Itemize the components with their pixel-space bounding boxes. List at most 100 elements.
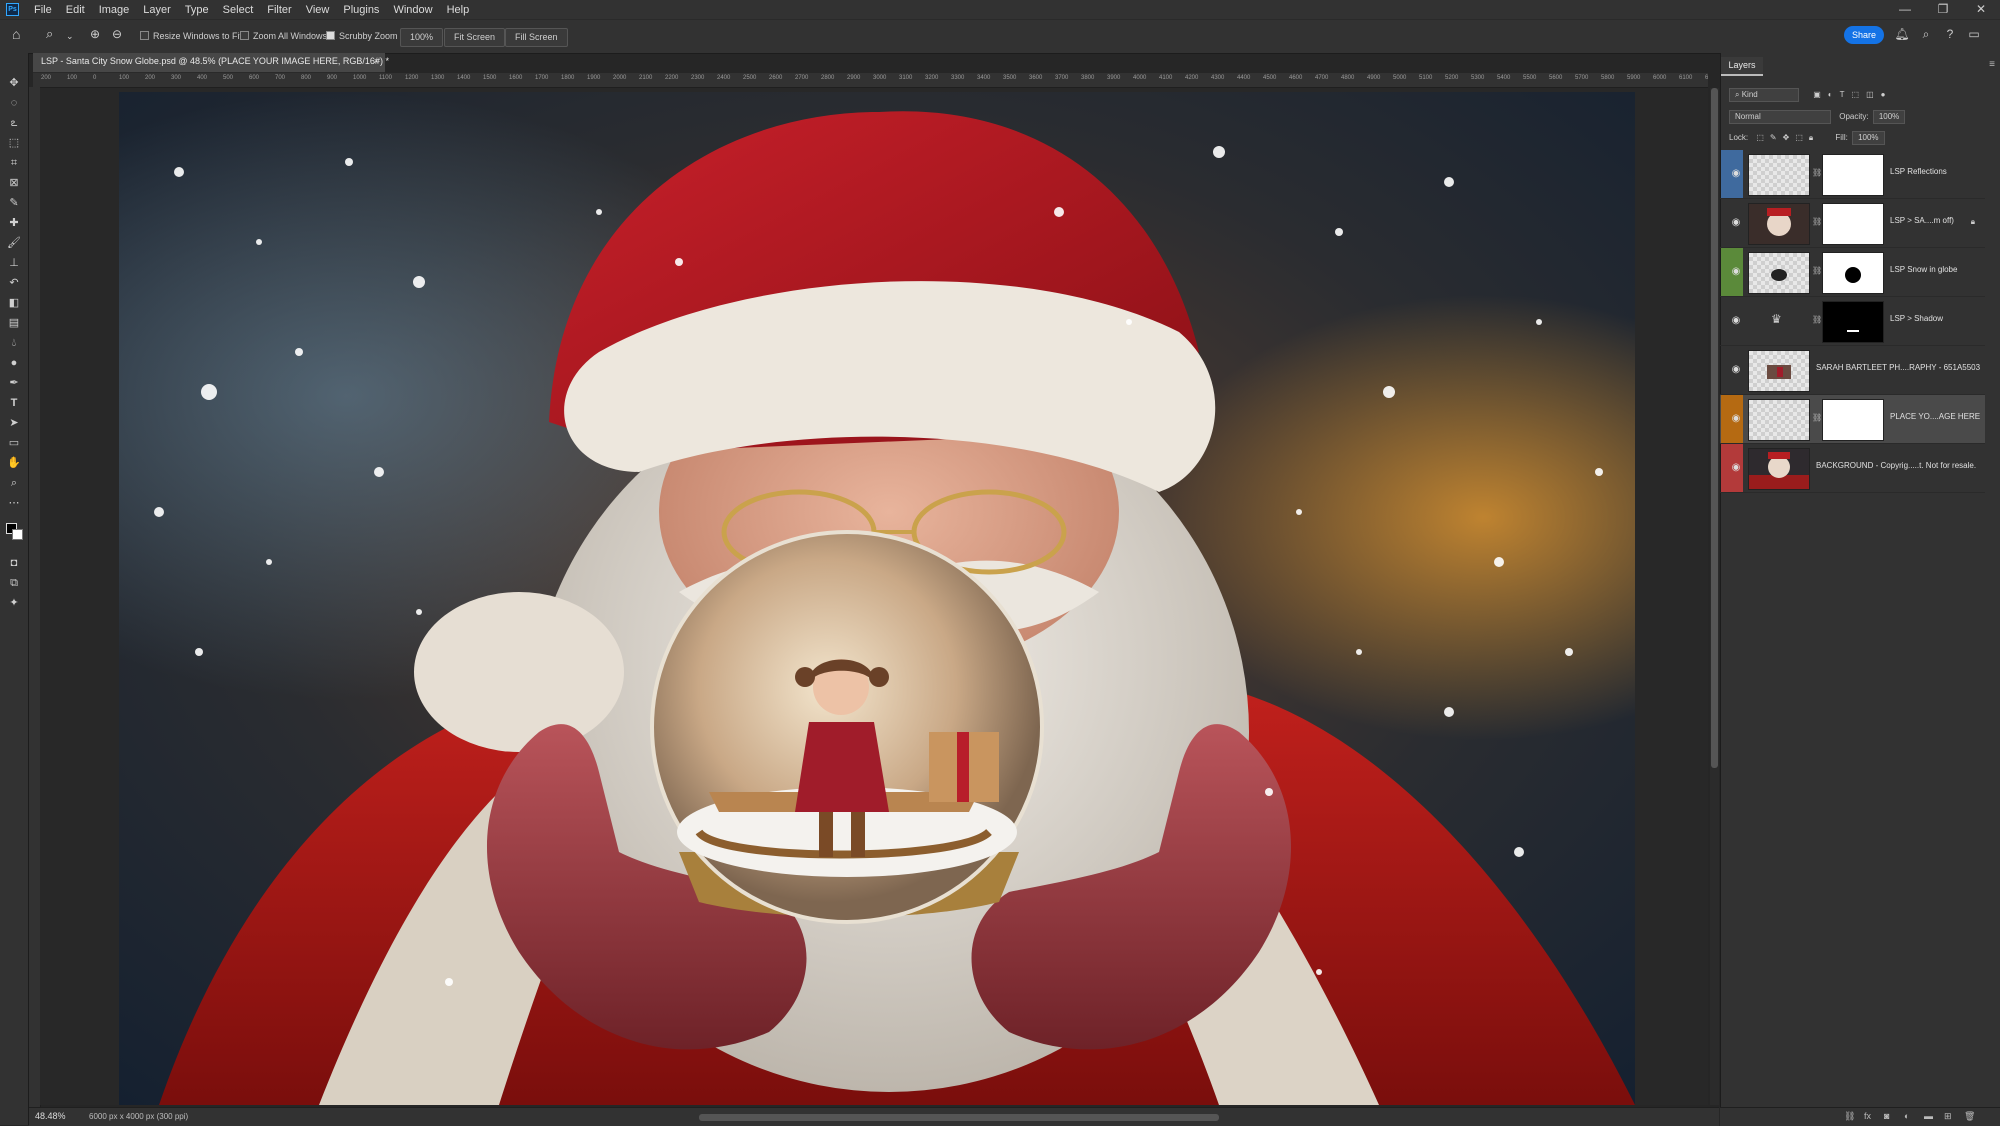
eye-icon[interactable]: ◉ bbox=[1728, 313, 1744, 329]
zoom-level[interactable]: 48.48% bbox=[35, 1111, 66, 1121]
opacity-field[interactable]: 100% bbox=[1872, 109, 1906, 124]
menu-type[interactable]: Type bbox=[178, 4, 216, 16]
rectangle-tool-icon[interactable]: ▭ bbox=[6, 435, 22, 451]
clone-stamp-tool-icon[interactable]: ⊥ bbox=[6, 255, 22, 271]
zoom-out-icon[interactable]: ⊖ bbox=[112, 26, 122, 43]
document-canvas[interactable] bbox=[119, 92, 1635, 1105]
eyedropper-tool-icon[interactable]: ✎ bbox=[6, 195, 22, 211]
adjustment-layer-icon[interactable]: ◐ bbox=[1904, 1111, 1909, 1121]
workspace-icon[interactable]: ▭ bbox=[1966, 26, 1982, 42]
blur-tool-icon[interactable]: 💧︎ bbox=[6, 335, 22, 351]
zoom-tool-icon[interactable]: ⌕ bbox=[46, 25, 53, 42]
layer-mask-thumbnail[interactable] bbox=[1822, 203, 1884, 245]
fx-icon[interactable]: fx bbox=[1864, 1111, 1871, 1121]
filter-type-icons[interactable]: ▣◐T⬚◫● bbox=[1813, 90, 1892, 99]
filter-kind-dropdown[interactable]: ⌕ Kind bbox=[1729, 87, 1799, 102]
fill-field[interactable]: 100% bbox=[1852, 130, 1885, 145]
search-icon[interactable]: ⌕ bbox=[1918, 26, 1934, 42]
eye-icon[interactable]: ◉ bbox=[1728, 215, 1744, 231]
layer-row-place-your-image[interactable]: ◉ ⛓ PLACE YO....AGE HERE bbox=[1720, 395, 1985, 444]
blend-mode-dropdown[interactable]: Normal bbox=[1729, 109, 1831, 124]
history-brush-tool-icon[interactable]: ↶ bbox=[6, 275, 22, 291]
lasso-tool-icon[interactable]: ఽ bbox=[6, 115, 22, 131]
link-icon[interactable]: ⛓ bbox=[1812, 266, 1822, 278]
eye-icon[interactable]: ◉ bbox=[1728, 411, 1744, 427]
eye-icon[interactable]: ◉ bbox=[1728, 362, 1744, 378]
layer-row-background[interactable]: ◉ BACKGROUND - Copyrig.....t. Not for re… bbox=[1720, 444, 1985, 493]
menu-file[interactable]: File bbox=[27, 4, 59, 16]
bell-icon[interactable]: 🔔︎ bbox=[1894, 26, 1910, 42]
marquee-tool-icon[interactable]: ◌ bbox=[6, 95, 22, 111]
scrubby-zoom-checkbox[interactable]: Scrubby Zoom bbox=[326, 28, 398, 45]
screen-mode-icon[interactable]: ⧉ bbox=[6, 575, 22, 591]
restore-button[interactable]: ❐ bbox=[1924, 0, 1962, 19]
menu-filter[interactable]: Filter bbox=[260, 4, 298, 16]
link-icon[interactable]: ⛓ bbox=[1812, 413, 1822, 425]
link-icon[interactable]: ⛓ bbox=[1812, 217, 1822, 229]
layers-panel-tab[interactable]: Layers bbox=[1721, 57, 1763, 76]
menu-window[interactable]: Window bbox=[386, 4, 439, 16]
link-icon[interactable]: ⛓ bbox=[1812, 168, 1822, 180]
add-mask-icon[interactable]: ◙ bbox=[1884, 1111, 1889, 1121]
zoom-tool-icon[interactable]: ⌕ bbox=[6, 475, 22, 491]
eye-icon[interactable]: ◉ bbox=[1728, 264, 1744, 280]
menu-plugins[interactable]: Plugins bbox=[336, 4, 386, 16]
menu-edit[interactable]: Edit bbox=[59, 4, 92, 16]
generative-fill-icon[interactable]: ✦ bbox=[6, 595, 22, 611]
quick-mask-icon[interactable]: ◘ bbox=[6, 555, 22, 571]
layer-mask-thumbnail[interactable] bbox=[1822, 301, 1884, 343]
dodge-tool-icon[interactable]: ● bbox=[6, 355, 22, 371]
menu-view[interactable]: View bbox=[299, 4, 337, 16]
layer-mask-thumbnail[interactable] bbox=[1822, 154, 1884, 196]
minimize-button[interactable]: — bbox=[1886, 0, 1924, 19]
eye-icon[interactable]: ◉ bbox=[1728, 460, 1744, 476]
eye-icon[interactable]: ◉ bbox=[1728, 166, 1744, 182]
pen-tool-icon[interactable]: ✒ bbox=[6, 375, 22, 391]
move-tool-icon[interactable]: ✥ bbox=[6, 75, 22, 91]
menu-image[interactable]: Image bbox=[92, 4, 137, 16]
resize-windows-checkbox[interactable]: Resize Windows to Fit bbox=[140, 28, 242, 45]
brush-tool-icon[interactable]: 🖌︎ bbox=[6, 235, 22, 251]
share-button[interactable]: Share bbox=[1844, 26, 1884, 44]
layer-row-photography[interactable]: ◉ SARAH BARTLEET PH....RAPHY - 651A5503 bbox=[1720, 346, 1985, 395]
zoom-in-icon[interactable]: ⊕ bbox=[90, 26, 100, 43]
lock-options-icons[interactable]: ⬚✎✥⬚🔒︎ bbox=[1756, 133, 1819, 142]
color-swatches-icon[interactable] bbox=[6, 523, 23, 540]
crop-tool-icon[interactable]: ⌗ bbox=[6, 155, 22, 171]
layer-mask-thumbnail[interactable] bbox=[1822, 252, 1884, 294]
home-icon[interactable]: ⌂ bbox=[12, 26, 20, 43]
zoom-all-windows-checkbox[interactable]: Zoom All Windows bbox=[240, 28, 327, 45]
zoom-percent-field[interactable]: 100% bbox=[400, 28, 444, 47]
new-group-icon[interactable]: ▬ bbox=[1924, 1111, 1933, 1121]
fit-screen-button[interactable]: Fit Screen bbox=[444, 28, 506, 47]
frame-tool-icon[interactable]: ⊠ bbox=[6, 175, 22, 191]
link-layers-icon[interactable]: ⛓ bbox=[1844, 1111, 1855, 1122]
panel-menu-icon[interactable]: ≡ bbox=[1989, 59, 1995, 70]
layer-row-shadow[interactable]: ◉ ♛ ⛓ LSP > Shadow bbox=[1720, 297, 1985, 346]
scrollbar-thumb[interactable] bbox=[1711, 88, 1718, 768]
menu-help[interactable]: Help bbox=[440, 4, 477, 16]
close-tab-icon[interactable]: × bbox=[374, 56, 379, 66]
type-tool-icon[interactable]: T bbox=[6, 395, 22, 411]
gradient-tool-icon[interactable]: ▤ bbox=[6, 315, 22, 331]
document-tab[interactable]: LSP - Santa City Snow Globe.psd @ 48.5% … bbox=[33, 53, 389, 73]
close-window-button[interactable]: ✕ bbox=[1962, 0, 2000, 19]
vertical-scrollbar[interactable] bbox=[1710, 88, 1719, 1105]
more-tools-icon[interactable]: ⋯ bbox=[6, 495, 22, 511]
menu-layer[interactable]: Layer bbox=[136, 4, 178, 16]
tool-preset-chevron-icon[interactable]: ⌄ bbox=[66, 28, 74, 45]
horizontal-scrollbar[interactable] bbox=[699, 1114, 1219, 1121]
layer-row-santa-zoom[interactable]: ◉ ⛓ LSP > SA....m off) 🔒︎ bbox=[1720, 199, 1985, 248]
object-select-tool-icon[interactable]: ⬚ bbox=[6, 135, 22, 151]
healing-brush-tool-icon[interactable]: ✚ bbox=[6, 215, 22, 231]
new-layer-icon[interactable]: ⊞ bbox=[1944, 1111, 1952, 1122]
path-selection-tool-icon[interactable]: ➤ bbox=[6, 415, 22, 431]
hand-tool-icon[interactable]: ✋ bbox=[6, 455, 22, 471]
layer-row-reflections[interactable]: ◉ ⛓ LSP Reflections bbox=[1720, 150, 1985, 199]
delete-layer-icon[interactable]: 🗑︎ bbox=[1964, 1111, 1975, 1122]
help-icon[interactable]: ? bbox=[1942, 26, 1958, 42]
layer-mask-thumbnail[interactable] bbox=[1822, 399, 1884, 441]
link-icon[interactable]: ⛓ bbox=[1812, 315, 1822, 327]
menu-select[interactable]: Select bbox=[216, 4, 261, 16]
fill-screen-button[interactable]: Fill Screen bbox=[505, 28, 568, 47]
